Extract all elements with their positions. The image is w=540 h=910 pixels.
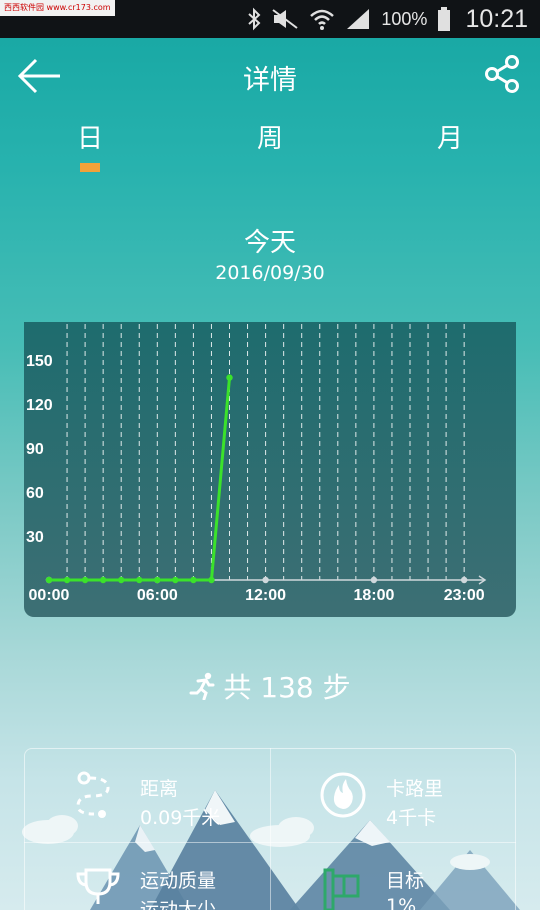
data-point [136,576,143,584]
bluetooth-icon [248,7,261,31]
calories-value: 4千卡 [386,807,437,829]
page-title: 详情 [243,65,297,96]
status-bar: 西西软件园 www.cr173.com 100% 10:21 [0,0,540,38]
goal-value: 1% [386,895,417,910]
total-steps-text: 共 138 步 [223,671,351,704]
stats-divider-vertical [270,748,271,910]
date-subtitle: 2016/09/30 [215,262,325,284]
battery-icon [438,7,451,31]
data-point [99,576,107,584]
steps-chart-svg: 150 120 90 60 30 00:00 06:00 12:00 18:00 23:00 [26,324,487,604]
date-title: 今天 [243,228,296,258]
tab-day[interactable]: 日 [50,118,130,155]
data-point [63,576,71,584]
data-point [172,576,179,584]
data-point [208,576,215,584]
quality-label: 运动质量 [140,870,217,892]
goal-label: 目标 [386,870,425,892]
flame-icon [320,772,366,818]
data-point [45,576,53,584]
data-point [190,576,197,584]
mute-icon [272,9,298,29]
watermark: 西西软件园 www.cr173.com [0,0,115,16]
share-button[interactable] [482,54,522,94]
y-tick-label: 120 [26,397,53,414]
x-tick-dot [460,576,468,584]
app-header: 详情 [0,38,540,112]
distance-label: 距离 [140,778,179,800]
data-point [226,374,233,381]
distance-value: 0.09千米 [140,807,221,829]
x-tick-dot [262,576,269,584]
share-icon [485,55,519,93]
y-tick-label: 90 [26,441,44,458]
quality-value: 运动太少 [140,899,217,910]
calories-label: 卡路里 [386,778,444,800]
running-man-icon [189,672,215,700]
route-icon [76,771,110,818]
clock: 10:21 [465,4,528,33]
tab-week[interactable]: 周 [230,118,310,155]
steps-chart: 150 120 90 60 30 00:00 06:00 12:00 18:00 23:00 [24,322,516,617]
x-tick-label: 00:00 [29,587,70,604]
data-point [154,576,161,584]
flag-icon [323,868,360,910]
total-steps: 共 138 步 [0,666,540,706]
x-tick-label: 23:00 [444,587,485,604]
x-tick-label: 12:00 [245,587,286,604]
tab-month[interactable]: 月 [410,118,490,155]
stats-divider-horizontal [24,842,516,843]
wifi-icon [310,9,335,30]
data-point [81,576,89,584]
trophy-icon [76,868,120,904]
y-tick-label: 150 [26,353,53,370]
selected-tab-indicator [80,163,100,172]
battery-percent: 100% [381,8,428,29]
data-point [118,576,125,584]
x-tick-label: 18:00 [353,587,394,604]
x-tick-label: 06:00 [137,587,178,604]
signal-icon [347,9,370,29]
y-tick-label: 60 [26,485,44,502]
y-tick-label: 30 [26,529,44,546]
x-tick-dot [370,576,378,584]
